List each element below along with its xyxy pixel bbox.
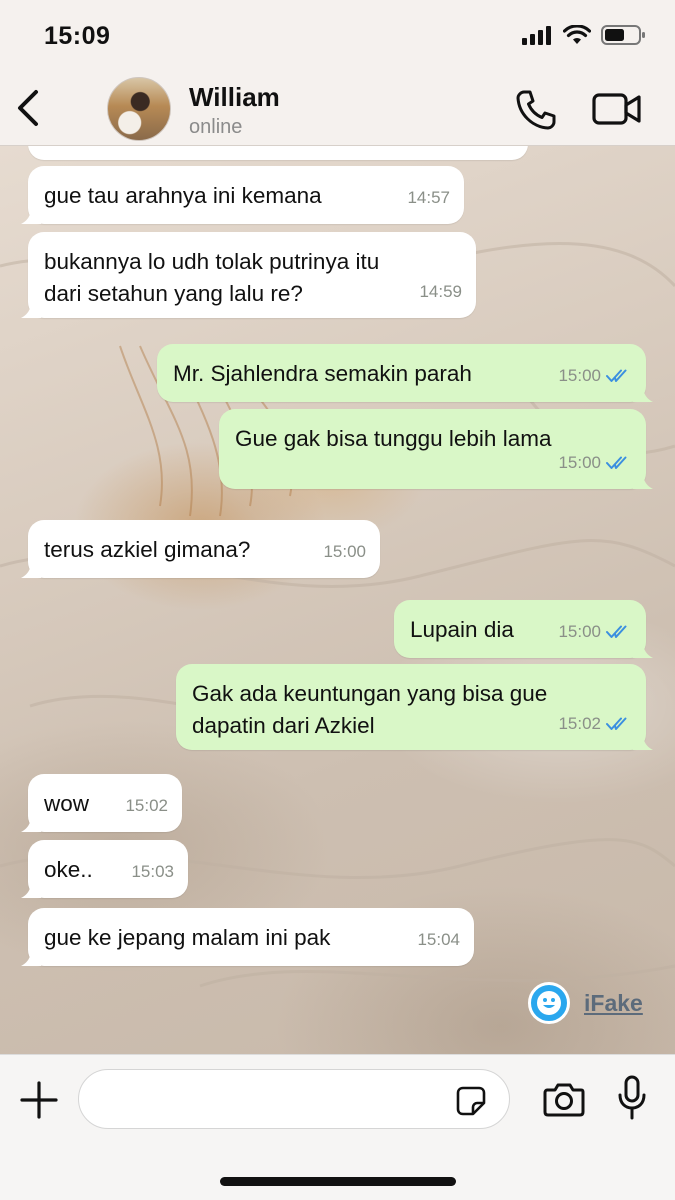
microphone-icon[interactable] <box>616 1075 648 1121</box>
message-time: 15:04 <box>417 930 460 949</box>
back-button[interactable] <box>14 88 44 128</box>
status-time: 15:09 <box>44 22 111 50</box>
incoming-message[interactable]: gue ke jepang malam ini pak 15:04 <box>21 908 474 966</box>
video-camera-icon[interactable] <box>592 91 642 127</box>
message-text: bukannya lo udh tolak putrinya itu <box>44 249 380 274</box>
phone-icon[interactable] <box>514 88 558 132</box>
message-meta: 15:04 <box>417 924 460 956</box>
contact-status: online <box>189 116 243 138</box>
avatar[interactable] <box>107 77 171 141</box>
signal-icon <box>522 26 551 45</box>
incoming-message[interactable]: bukannya lo udh tolak putrinya itu dari s… <box>21 232 476 318</box>
message-time: 15:02 <box>125 796 168 815</box>
read-ticks-icon <box>606 625 627 638</box>
bubble-tail <box>21 814 41 832</box>
message-text: gue ke jepang malam ini pak <box>44 925 331 950</box>
message-time: 15:00 <box>558 622 601 641</box>
bubble-tail <box>21 560 41 578</box>
bubble-tail <box>21 880 41 898</box>
incoming-message[interactable]: terus azkiel gimana? 15:00 <box>21 520 380 578</box>
bubble-tail <box>21 300 41 318</box>
message-meta: 15:00 <box>323 536 366 568</box>
wifi-icon <box>563 25 591 44</box>
read-ticks-icon <box>606 456 627 469</box>
camera-icon[interactable] <box>543 1081 585 1117</box>
message-meta: 15:00 <box>558 360 632 392</box>
smiley-icon <box>528 982 570 1024</box>
message-list[interactable]: gue tau arahnya ini kemana 14:57 bukannya … <box>0 146 675 1054</box>
message-meta: 14:59 <box>419 276 462 308</box>
incoming-message[interactable]: oke.. 15:03 <box>21 840 188 898</box>
message-input[interactable] <box>78 1069 510 1129</box>
home-indicator <box>220 1177 456 1186</box>
outgoing-message[interactable]: Lupain dia 15:00 <box>394 600 653 658</box>
contact-name[interactable]: William <box>189 82 280 113</box>
message-text: Gak ada keuntungan yang bisa gue <box>192 681 548 706</box>
bubble-tail <box>633 471 653 489</box>
message-time: 15:00 <box>323 542 366 561</box>
read-ticks-icon <box>606 369 627 382</box>
watermark[interactable]: iFake <box>528 982 643 1024</box>
message-time: 15:03 <box>131 862 174 881</box>
bubble-tail <box>21 948 41 966</box>
incoming-message[interactable]: gue tau arahnya ini kemana 14:57 <box>21 166 464 224</box>
message-time: 14:59 <box>419 282 462 301</box>
message-meta: 15:02 <box>125 790 168 822</box>
message-text: gue tau arahnya ini kemana <box>44 183 322 208</box>
status-icons <box>521 24 647 46</box>
battery-icon <box>601 25 645 45</box>
outgoing-message[interactable]: Gue gak bisa tunggu lebih lama 15:00 <box>219 409 653 489</box>
message-meta: 14:57 <box>407 182 450 214</box>
message-time: 15:02 <box>558 714 601 733</box>
message-text: dari setahun yang lalu re? <box>44 281 303 306</box>
message-time: 15:00 <box>558 366 601 385</box>
message-time: 14:57 <box>407 188 450 207</box>
bubble-tail <box>633 384 653 402</box>
message-time: 15:00 <box>558 453 601 472</box>
sticker-icon[interactable] <box>455 1085 487 1117</box>
chat-header: 15:09 William online <box>0 0 675 146</box>
bubble-tail <box>633 640 653 658</box>
plus-icon[interactable] <box>20 1081 58 1119</box>
message-text: terus azkiel gimana? <box>44 537 251 562</box>
message-meta: 15:02 <box>558 708 632 740</box>
outgoing-message[interactable]: Gak ada keuntungan yang bisa gue dapatin … <box>176 664 653 750</box>
message-meta: 15:00 <box>558 616 632 648</box>
input-bar <box>0 1054 675 1200</box>
bubble-tail <box>21 206 41 224</box>
message-meta: 15:03 <box>131 856 174 888</box>
outgoing-message[interactable]: Mr. Sjahlendra semakin parah 15:00 <box>157 344 653 402</box>
message-bubble-partial[interactable] <box>28 146 528 160</box>
bubble-tail <box>633 732 653 750</box>
message-meta: 15:00 <box>558 447 632 479</box>
read-ticks-icon <box>606 717 627 730</box>
incoming-message[interactable]: wow 15:02 <box>21 774 182 832</box>
watermark-label[interactable]: iFake <box>584 990 643 1017</box>
